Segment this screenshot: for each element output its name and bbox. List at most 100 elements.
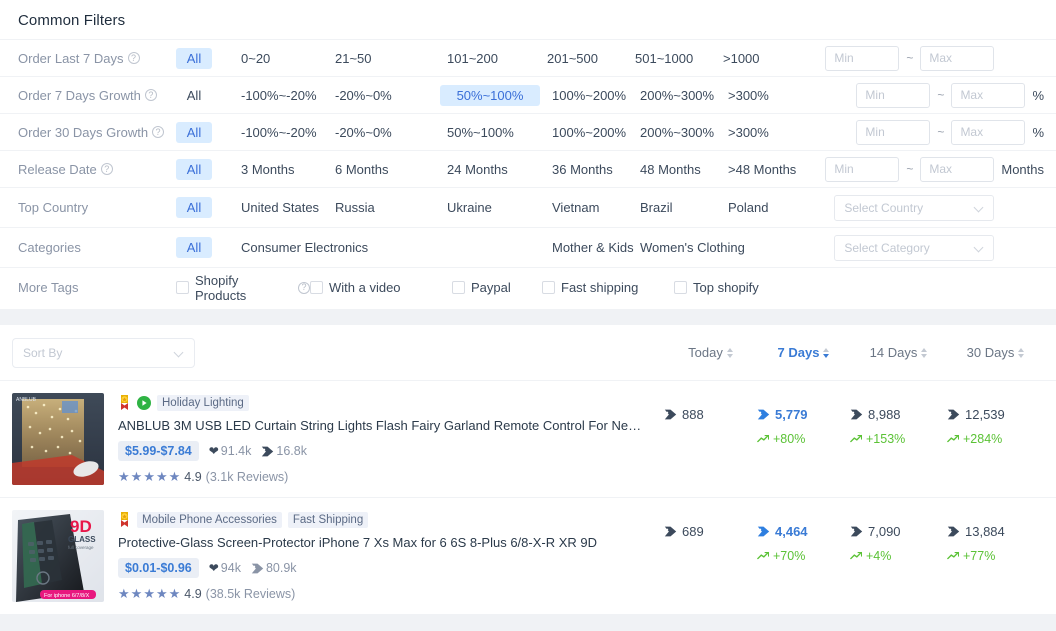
sort-arrows-icon[interactable] — [921, 347, 928, 358]
category-select-placeholder: Select Category — [844, 240, 930, 255]
product-tag[interactable]: Holiday Lighting — [157, 394, 249, 411]
min-input[interactable] — [856, 119, 931, 145]
product-title[interactable]: Protective-Glass Screen-Protector iPhone… — [118, 535, 646, 550]
filter-chip[interactable]: >300% — [721, 85, 776, 106]
checkbox-top-shopify[interactable]: Top shopify — [674, 280, 759, 295]
filter-chip-all[interactable]: All — [176, 158, 212, 180]
filter-chip[interactable]: Russia — [328, 197, 440, 218]
common-filters-panel: Common Filters Order Last 7 Days ? All 0… — [0, 0, 1056, 309]
filter-chip[interactable]: Women's Clothing — [633, 237, 752, 258]
filter-chip[interactable]: 100%~200% — [545, 122, 633, 143]
help-icon[interactable]: ? — [100, 163, 113, 175]
help-icon[interactable]: ? — [127, 52, 140, 64]
filter-chip[interactable]: 48 Months — [633, 159, 721, 180]
tag-icon — [757, 409, 770, 420]
country-select-placeholder: Select Country — [844, 200, 924, 215]
range-separator: ~ — [937, 88, 945, 102]
column-header-7-days[interactable]: 7 Days — [757, 345, 850, 360]
column-header-14-days[interactable]: 14 Days — [850, 345, 947, 360]
product-row[interactable]: 9D GLASS full coverage For iphone 6/7/8/… — [0, 498, 1056, 615]
chevron-down-icon — [975, 243, 984, 252]
sort-arrows-icon[interactable] — [726, 347, 733, 358]
video-play-icon[interactable] — [137, 395, 151, 410]
filter-chip[interactable]: -20%~0% — [328, 85, 440, 106]
filter-chip[interactable]: 0~20 — [234, 48, 328, 69]
filter-chip-all[interactable]: All — [176, 197, 212, 218]
filter-chip-all[interactable]: All — [176, 85, 212, 106]
max-input[interactable] — [920, 45, 995, 71]
checkbox-shopify-products[interactable]: Shopify Products ? — [176, 273, 310, 303]
min-input[interactable] — [856, 82, 931, 108]
product-tag[interactable]: Mobile Phone Accessories — [137, 511, 282, 528]
column-header-30-days[interactable]: 30 Days — [947, 345, 1044, 360]
filter-chip[interactable]: -20%~0% — [328, 122, 440, 143]
checkbox-box[interactable] — [310, 281, 323, 294]
max-input[interactable] — [920, 156, 995, 182]
filter-chip[interactable]: 50%~100% — [440, 122, 540, 143]
filter-chip[interactable]: 3 Months — [234, 159, 328, 180]
filter-chip[interactable]: 200%~300% — [633, 122, 721, 143]
filter-chip-all[interactable]: All — [176, 121, 212, 143]
filter-chip[interactable]: 21~50 — [328, 48, 440, 69]
filter-chip[interactable]: -100%~-20% — [234, 85, 328, 106]
column-header-today[interactable]: Today — [664, 345, 757, 360]
max-input[interactable] — [951, 82, 1026, 108]
filter-chip[interactable]: 6 Months — [328, 159, 440, 180]
filter-chip[interactable]: United States — [234, 197, 328, 218]
checkbox-box[interactable] — [674, 281, 687, 294]
checkbox-box[interactable] — [176, 281, 189, 294]
category-select[interactable]: Select Category — [834, 234, 995, 261]
filter-chip-all[interactable]: All — [176, 47, 212, 69]
product-row[interactable]: ANBLUB Holiday Lighting ANBLUB 3M USB LE… — [0, 381, 1056, 498]
filter-chip[interactable]: >1000 — [716, 48, 767, 69]
filter-chip[interactable]: Vietnam — [545, 197, 633, 218]
filter-chip-selected[interactable]: 50%~100% — [440, 84, 540, 106]
help-icon[interactable]: ? — [298, 281, 310, 294]
filter-chip[interactable]: 100%~200% — [545, 85, 633, 106]
filter-chip[interactable]: Consumer Electronics — [234, 237, 540, 258]
filter-chip[interactable]: 201~500 — [540, 48, 628, 69]
product-badges: Holiday Lighting — [118, 393, 664, 412]
filter-chip[interactable]: Mother & Kids — [545, 237, 634, 258]
filter-chip[interactable]: 24 Months — [440, 159, 540, 180]
checkbox-paypal[interactable]: Paypal — [452, 280, 542, 295]
more-tags-checkboxes: Shopify Products ? With a video Paypal F… — [176, 273, 1044, 303]
checkbox-box[interactable] — [452, 281, 465, 294]
product-thumbnail[interactable]: ANBLUB — [12, 393, 104, 485]
sort-arrows-icon[interactable] — [823, 347, 830, 358]
filter-chip[interactable]: -100%~-20% — [234, 122, 328, 143]
checkbox-box[interactable] — [542, 281, 555, 294]
checkbox-with-a-video[interactable]: With a video — [310, 280, 452, 295]
help-icon[interactable]: ? — [152, 126, 165, 138]
range-unit: % — [1032, 124, 1044, 140]
tag-icon — [251, 563, 264, 573]
chevron-down-icon — [175, 348, 184, 357]
filter-chip[interactable]: >300% — [721, 122, 776, 143]
filter-chip[interactable]: >48 Months — [721, 159, 803, 180]
help-icon[interactable]: ? — [144, 89, 157, 101]
filter-chip-all[interactable]: All — [176, 237, 212, 258]
filter-chip[interactable]: 200%~300% — [633, 85, 721, 106]
filter-chip[interactable]: 501~1000 — [628, 48, 716, 69]
checkbox-fast-shipping[interactable]: Fast shipping — [542, 280, 674, 295]
filter-chip[interactable]: Ukraine — [440, 197, 540, 218]
max-input[interactable] — [951, 119, 1026, 145]
metric-today: 689 — [664, 524, 757, 539]
min-input[interactable] — [825, 45, 900, 71]
filter-options: All 3 Months 6 Months 24 Months 36 Month… — [176, 158, 825, 180]
product-thumbnail[interactable]: 9D GLASS full coverage For iphone 6/7/8/… — [12, 510, 104, 602]
min-input[interactable] — [825, 156, 900, 182]
range-separator: ~ — [906, 162, 914, 176]
sort-arrows-icon[interactable] — [1018, 347, 1025, 358]
filter-chip[interactable]: Poland — [721, 197, 775, 218]
filter-options: All Consumer Electronics Mother & Kids W… — [176, 237, 834, 258]
filter-chip[interactable]: Brazil — [633, 197, 721, 218]
product-title[interactable]: ANBLUB 3M USB LED Curtain String Lights … — [118, 418, 646, 433]
metric-growth: +284% — [963, 432, 1003, 446]
product-tag[interactable]: Fast Shipping — [287, 511, 369, 528]
sort-by-select[interactable]: Sort By — [12, 337, 195, 368]
filter-chip[interactable]: 101~200 — [440, 48, 540, 69]
country-select[interactable]: Select Country — [834, 194, 995, 221]
star-icon: ★ — [168, 469, 181, 484]
filter-chip[interactable]: 36 Months — [545, 159, 633, 180]
